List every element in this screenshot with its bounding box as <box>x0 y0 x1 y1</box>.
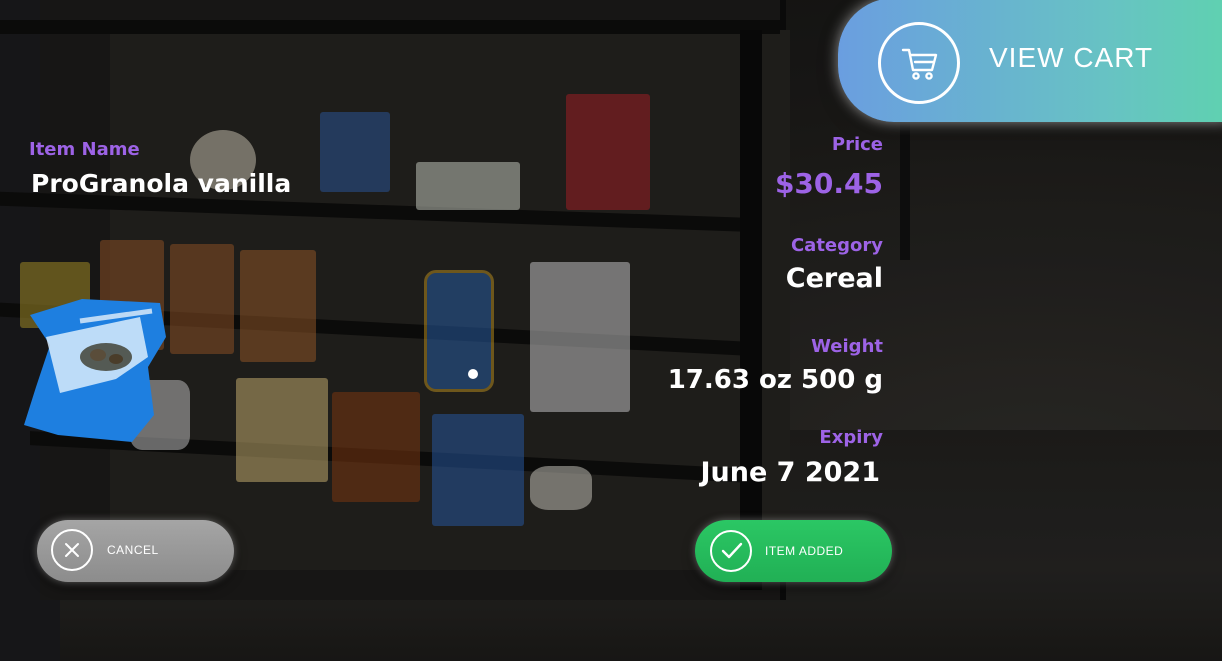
checkmark-icon <box>710 530 752 572</box>
cancel-label: CANCEL <box>107 543 159 557</box>
ar-reticle-dot <box>468 369 478 379</box>
price-value: $30.45 <box>774 167 883 200</box>
expiry-label: Expiry <box>819 427 883 448</box>
weight-label: Weight <box>811 336 883 357</box>
price-label: Price <box>831 134 883 155</box>
category-label: Category <box>790 235 883 256</box>
expiry-value: June 7 2021 <box>700 457 880 488</box>
view-cart-label: VIEW CART <box>989 42 1154 73</box>
item-added-button[interactable]: ITEM ADDED <box>695 520 892 582</box>
selected-product-image <box>20 297 170 442</box>
shopping-cart-icon <box>878 22 960 104</box>
cancel-button[interactable]: CANCEL <box>37 520 234 582</box>
weight-value: 17.63 oz 500 g <box>667 365 883 395</box>
item-name-value: ProGranola vanilla <box>31 169 292 198</box>
category-value: Cereal <box>785 263 883 294</box>
item-name-label: Item Name <box>29 139 140 160</box>
view-cart-button[interactable]: VIEW CART <box>838 0 1222 122</box>
close-icon <box>51 529 93 571</box>
item-added-label: ITEM ADDED <box>765 544 844 558</box>
